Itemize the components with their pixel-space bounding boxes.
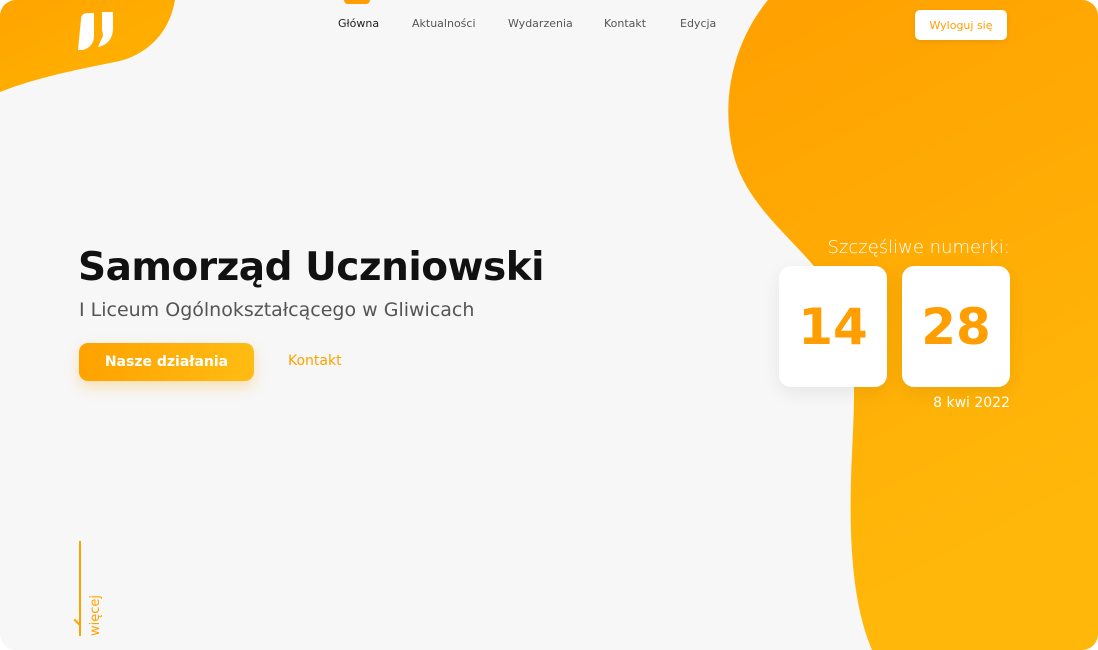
logout-button[interactable]: Wyloguj się: [915, 10, 1007, 40]
nav-item-glowna[interactable]: Główna: [338, 17, 379, 30]
page-frame: Główna Aktualności Wydarzenia Kontakt Ed…: [0, 0, 1098, 650]
nav-item-kontakt[interactable]: Kontakt: [604, 17, 646, 30]
lucky-number-value: 28: [921, 297, 991, 356]
lucky-number-card: 28: [902, 266, 1010, 387]
our-activities-button[interactable]: Nasze działania: [79, 343, 254, 381]
lucky-number-value: 14: [798, 297, 868, 356]
page-subtitle: I Liceum Ogólnokształcącego w Gliwicach: [79, 299, 475, 321]
lucky-numbers-label: Szczęśliwe numerki:: [827, 237, 1010, 258]
lucky-number-card: 14: [779, 266, 887, 387]
scroll-more-label: więcej: [88, 595, 103, 636]
lucky-numbers-date: 8 kwi 2022: [933, 395, 1010, 411]
nav-item-wydarzenia[interactable]: Wydarzenia: [508, 17, 573, 30]
nav-item-aktualnosci[interactable]: Aktualności: [412, 17, 476, 30]
arrow-down-icon: [79, 541, 81, 636]
contact-link[interactable]: Kontakt: [288, 353, 342, 369]
scroll-more-link[interactable]: więcej: [64, 538, 114, 642]
nav-item-edycja[interactable]: Edycja: [680, 17, 716, 30]
page-title: Samorząd Uczniowski: [78, 245, 545, 290]
active-nav-indicator: [344, 0, 370, 4]
